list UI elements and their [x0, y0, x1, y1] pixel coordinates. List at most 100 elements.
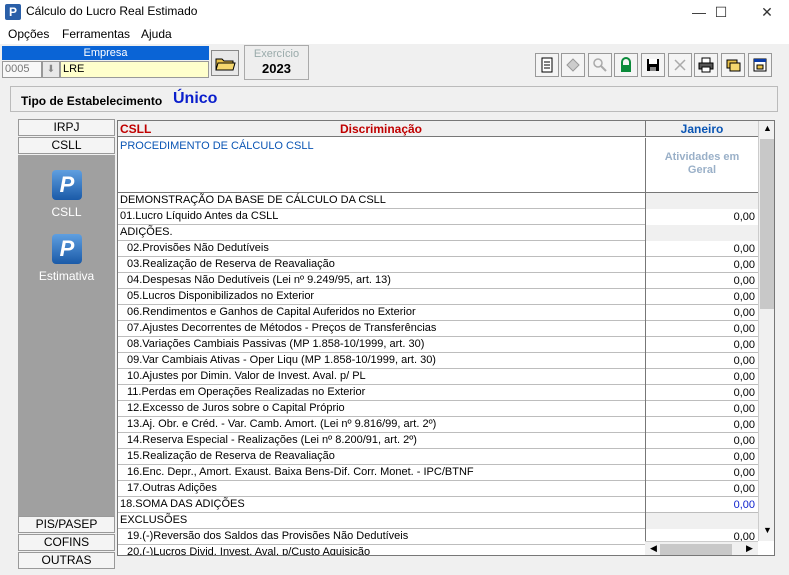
row-value-cell[interactable]: 0,00: [645, 353, 758, 369]
horizontal-scrollbar[interactable]: ◀ ▶: [645, 541, 758, 555]
menu-opcoes[interactable]: Opções: [8, 27, 49, 41]
row-value-cell[interactable]: 0,00: [645, 401, 758, 417]
table-row: 12.Excesso de Juros sobre o Capital Próp…: [118, 401, 758, 417]
title-bar: P Cálculo do Lucro Real Estimado — ☐ ✕: [0, 0, 789, 24]
nav-irpj[interactable]: IRPJ: [18, 119, 115, 136]
exercicio-box[interactable]: Exercício 2023: [244, 45, 309, 80]
empresa-name-field[interactable]: LRE: [60, 61, 209, 78]
table-row: 06.Rendimentos e Ganhos de Capital Aufer…: [118, 305, 758, 321]
row-value-cell[interactable]: 0,00: [645, 417, 758, 433]
window-title: Cálculo do Lucro Real Estimado: [26, 4, 198, 18]
menu-ajuda[interactable]: Ajuda: [141, 27, 172, 41]
table-row: 02.Provisões Não Dedutíveis 0,00: [118, 241, 758, 257]
row-value-cell[interactable]: 0,00: [645, 433, 758, 449]
nav-outras[interactable]: OUTRAS: [18, 552, 115, 569]
row-value-cell[interactable]: 0,00: [645, 465, 758, 481]
vertical-scrollbar[interactable]: ▲ ▼: [758, 121, 774, 541]
row-description: 04.Despesas Não Dedutíveis (Lei nº 9.249…: [127, 274, 391, 286]
scroll-up-icon[interactable]: ▲: [759, 123, 774, 133]
header-month[interactable]: Janeiro: [645, 121, 758, 137]
csll-icon-label[interactable]: CSLL: [18, 205, 115, 219]
nav-pis-pasep[interactable]: PIS/PASEP: [18, 516, 115, 533]
search-icon: [593, 58, 607, 72]
row-description: 14.Reserva Especial - Realizações (Lei n…: [127, 434, 417, 446]
row-description: 06.Rendimentos e Ganhos de Capital Aufer…: [127, 306, 416, 318]
tipo-estabelecimento-box: Tipo de Estabelecimento Único: [10, 86, 778, 112]
lock-open-icon: [621, 57, 631, 72]
csll-p-icon[interactable]: P: [52, 170, 82, 200]
nav-csll[interactable]: CSLL: [18, 137, 115, 154]
activity-line-1: Atividades em: [664, 151, 740, 163]
row-description: 03.Realização de Reserva de Reavaliação: [127, 258, 335, 270]
row-value-cell[interactable]: 0,00: [645, 241, 758, 257]
procedure-row: PROCEDIMENTO DE CÁLCULO CSLL Atividades …: [118, 138, 758, 193]
row-value-cell[interactable]: 0,00: [645, 273, 758, 289]
estimativa-icon-label[interactable]: Estimativa: [18, 269, 115, 283]
arrow-down-icon: ⬇: [46, 64, 56, 75]
row-value-cell[interactable]: 0,00: [645, 305, 758, 321]
navigate-button[interactable]: [561, 53, 585, 77]
horizontal-scroll-thumb[interactable]: [660, 544, 732, 555]
diamond-icon: [566, 58, 580, 72]
row-description: 09.Var Cambiais Ativas - Oper Liqu (MP 1…: [127, 354, 436, 366]
grid-rows: DEMONSTRAÇÃO DA BASE DE CÁLCULO DA CSLL 0…: [118, 193, 758, 556]
table-row: DEMONSTRAÇÃO DA BASE DE CÁLCULO DA CSLL: [118, 193, 758, 209]
folders-button[interactable]: [721, 53, 745, 77]
save-icon: [647, 59, 659, 71]
maximize-button[interactable]: ☐: [706, 2, 736, 22]
row-value-cell[interactable]: 0,00: [645, 209, 758, 225]
row-description: 10.Ajustes por Dimin. Valor de Invest. A…: [127, 370, 366, 382]
exit-button[interactable]: [748, 53, 772, 77]
menu-ferramentas[interactable]: Ferramentas: [62, 27, 130, 41]
row-value-cell[interactable]: 0,00: [645, 481, 758, 497]
row-value-cell: [645, 225, 758, 241]
scroll-right-icon[interactable]: ▶: [741, 543, 758, 554]
header-discriminacao: Discriminação: [339, 122, 423, 136]
empresa-spin-button[interactable]: ⬇: [42, 61, 60, 78]
row-value-cell[interactable]: 0,00: [645, 257, 758, 273]
close-button[interactable]: ✕: [752, 2, 782, 22]
header-csll: CSLL: [120, 122, 152, 136]
row-value-cell[interactable]: 0,00: [645, 337, 758, 353]
row-description: 17.Outras Adições: [127, 482, 217, 494]
row-description: 20.(-)Lucros Divid. Invest. Aval. p/Cust…: [127, 546, 371, 556]
table-row: 11.Perdas em Operações Realizadas no Ext…: [118, 385, 758, 401]
row-description: ADIÇÕES.: [120, 226, 173, 238]
tipo-label: Tipo de Estabelecimento: [21, 94, 163, 108]
row-value-cell[interactable]: 0,00: [645, 321, 758, 337]
app-icon: P: [5, 4, 21, 20]
row-value-cell[interactable]: 0,00: [645, 385, 758, 401]
folders-icon: [726, 59, 741, 72]
document-button[interactable]: [535, 53, 559, 77]
print-button[interactable]: [694, 53, 718, 77]
table-row: ADIÇÕES.: [118, 225, 758, 241]
row-value-cell[interactable]: 0,00: [645, 449, 758, 465]
vertical-scroll-thumb[interactable]: [760, 139, 774, 309]
table-row: EXCLUSÕES: [118, 513, 758, 529]
nav-cofins[interactable]: COFINS: [18, 534, 115, 551]
open-folder-button[interactable]: [211, 50, 239, 76]
row-value-cell[interactable]: 0,00: [645, 369, 758, 385]
printer-icon: [698, 57, 714, 73]
row-description: 12.Excesso de Juros sobre o Capital Próp…: [127, 402, 345, 414]
lock-button[interactable]: [614, 53, 638, 77]
search-button[interactable]: [588, 53, 612, 77]
procedure-title: PROCEDIMENTO DE CÁLCULO CSLL: [120, 140, 314, 152]
save-button[interactable]: [641, 53, 665, 77]
estimativa-p-icon[interactable]: P: [52, 234, 82, 264]
table-row: 05.Lucros Disponibilizados no Exterior 0,…: [118, 289, 758, 305]
csll-grid: Discriminação CSLL Janeiro PROCEDIMENTO …: [117, 120, 775, 556]
activity-line-2: Geral: [687, 164, 717, 176]
row-description: 05.Lucros Disponibilizados no Exterior: [127, 290, 315, 302]
row-value-cell[interactable]: 0,00: [645, 497, 758, 513]
row-value-cell[interactable]: 0,00: [645, 289, 758, 305]
delete-button[interactable]: [668, 53, 692, 77]
row-description: 02.Provisões Não Dedutíveis: [127, 242, 269, 254]
row-value-cell: [645, 513, 758, 529]
tipo-value[interactable]: Único: [173, 90, 217, 108]
row-description: 18.SOMA DAS ADIÇÕES: [120, 498, 245, 510]
scroll-down-icon[interactable]: ▼: [759, 525, 774, 535]
table-row: 01.Lucro Líquido Antes da CSLL 0,00: [118, 209, 758, 225]
empresa-code-field[interactable]: 0005: [2, 61, 42, 78]
table-row: 17.Outras Adições 0,00: [118, 481, 758, 497]
